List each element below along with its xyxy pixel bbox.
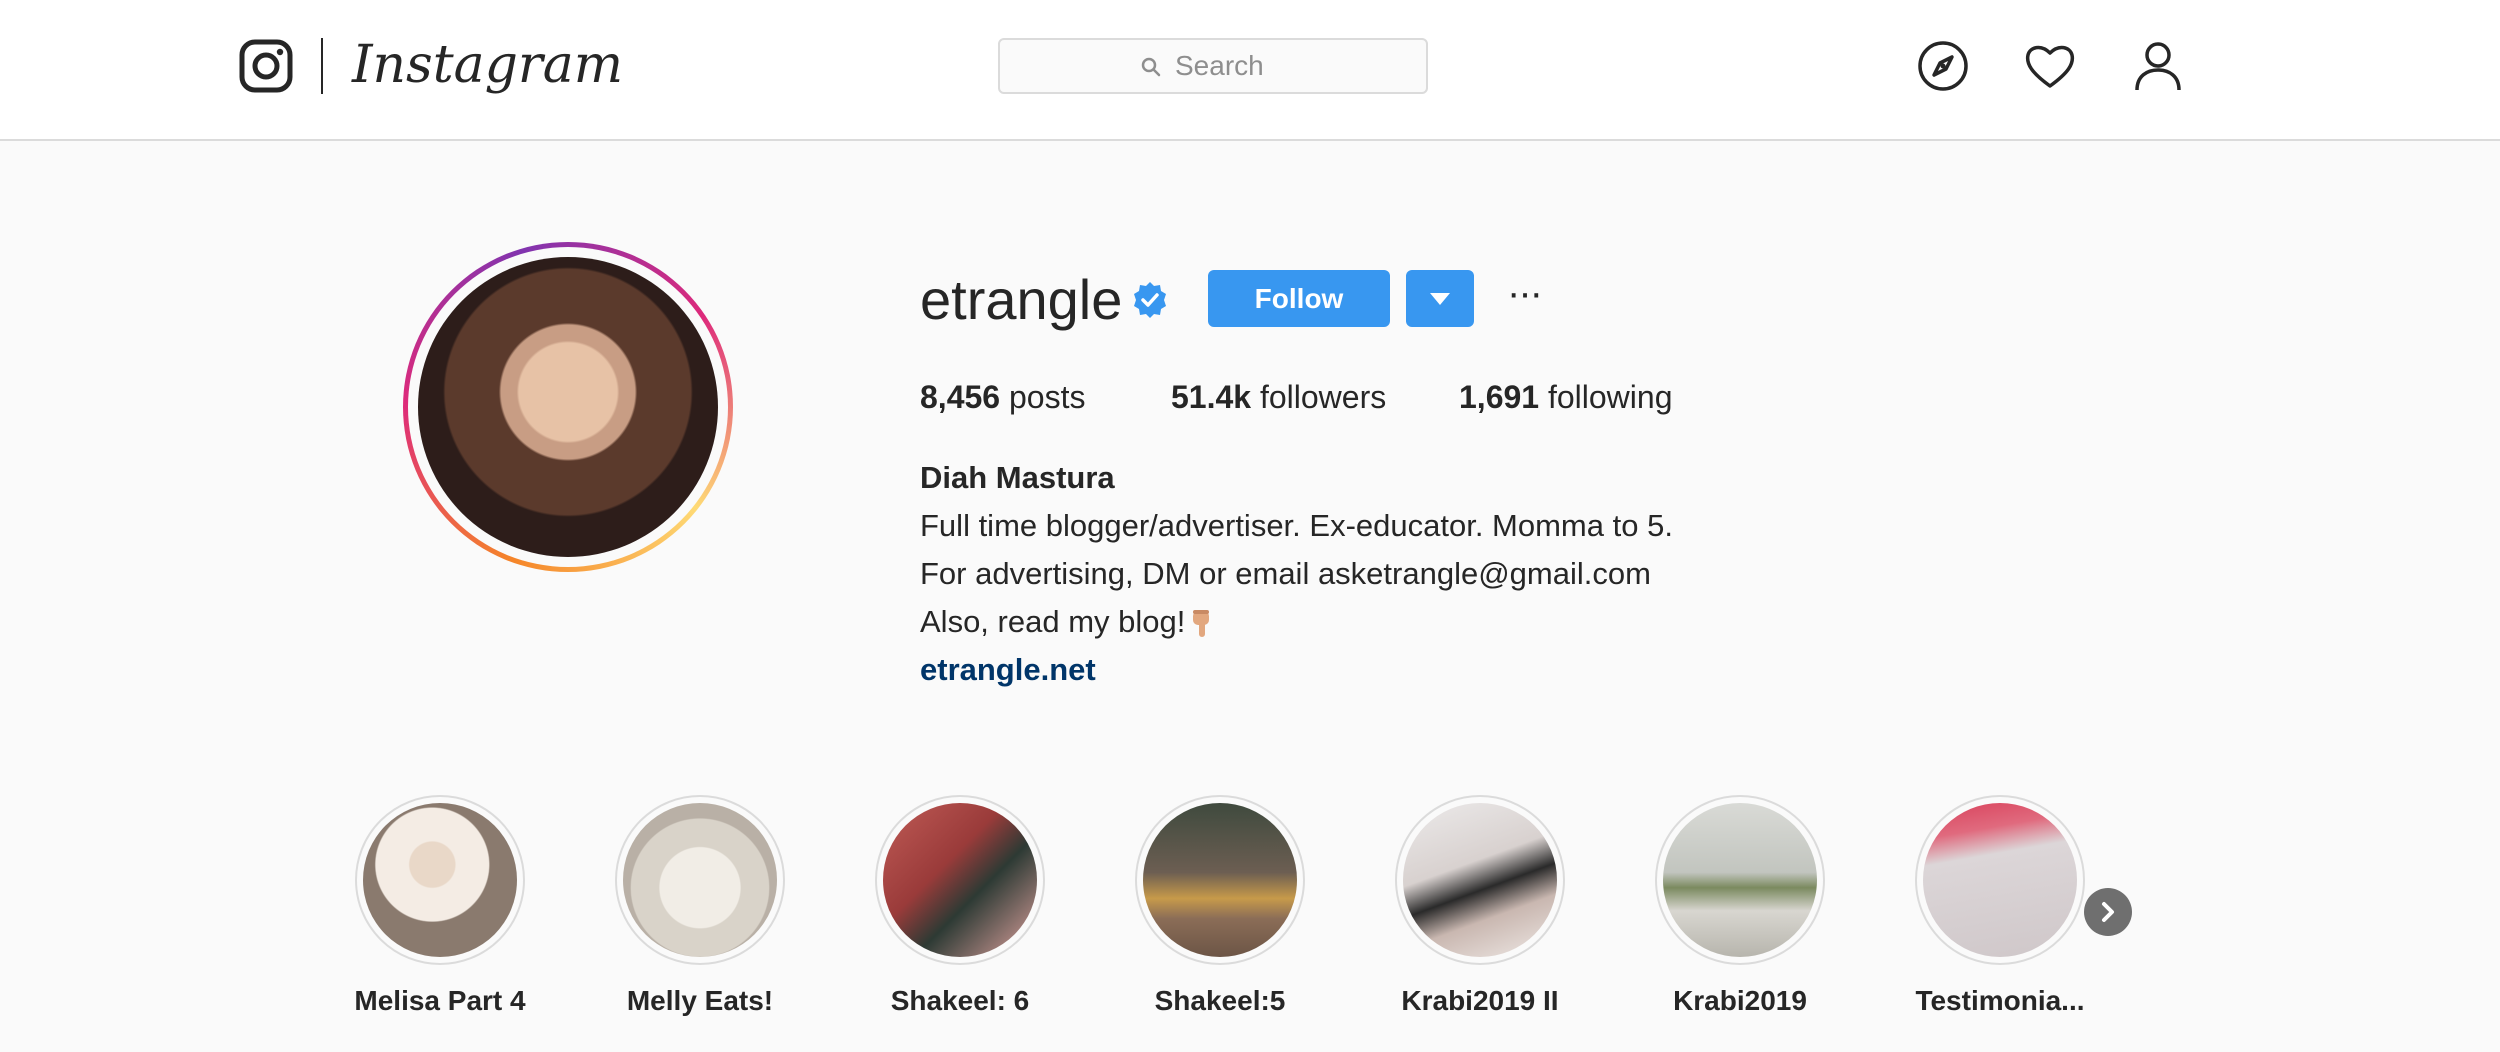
highlights-next-button[interactable] [2084, 888, 2132, 936]
chevron-right-icon [2102, 902, 2114, 922]
search-box[interactable]: Search [998, 38, 1428, 94]
search-placeholder[interactable]: Search [1175, 40, 1264, 92]
bio-line: For advertising, DM or email asketrangle… [920, 556, 1651, 591]
highlight-label: Shakeel: 6 [890, 985, 1030, 1016]
followers-link[interactable]: 51.4k followers [1171, 374, 1386, 420]
story-highlight[interactable]: Shakeel: 6 [860, 795, 1060, 1045]
more-options-icon[interactable]: ··· [1504, 273, 1544, 318]
highlight-cover-image [1923, 803, 2077, 957]
following-link[interactable]: 1,691 following [1459, 374, 1672, 420]
top-nav: Instagram Search [0, 0, 2500, 141]
follow-button[interactable]: Follow [1208, 270, 1390, 327]
website-link[interactable]: etrangle.net [920, 646, 1096, 694]
profile-full-name: Diah Mastura [920, 460, 1115, 495]
logo-divider [321, 38, 323, 94]
highlight-cover-image [1143, 803, 1297, 957]
bio-line: Full time blogger/advertiser. Ex-educato… [920, 508, 1673, 543]
suggested-accounts-dropdown-button[interactable] [1406, 270, 1474, 327]
instagram-wordmark[interactable]: Instagram [352, 30, 623, 100]
story-highlight[interactable]: Shakeel:5 [1120, 795, 1320, 1045]
story-highlight[interactable]: Krabi2019 [1640, 795, 1840, 1045]
story-highlight[interactable]: Melly Eats! [600, 795, 800, 1045]
highlight-label: Krabi2019 II [1401, 985, 1559, 1016]
chevron-down-icon [1430, 293, 1450, 305]
highlight-cover-image [1403, 803, 1557, 957]
highlight-label: Shakeel:5 [1154, 985, 1286, 1016]
profile-avatar [418, 257, 718, 557]
pointing-down-emoji-icon [1193, 609, 1210, 637]
profile-username: etrangle [920, 268, 1123, 331]
highlight-cover-image [883, 803, 1037, 957]
highlight-label: Melly Eats! [626, 985, 774, 1016]
story-highlight[interactable]: Krabi2019 II [1380, 795, 1580, 1045]
bio-line: Also, read my blog! [920, 598, 1217, 646]
story-highlight[interactable]: Melisa Part 4 [340, 795, 540, 1045]
highlight-cover-image [363, 803, 517, 957]
posts-count: 8,456 posts [920, 379, 1086, 415]
profile-person-icon[interactable] [2130, 38, 2186, 94]
verified-badge-icon [1134, 282, 1166, 318]
activity-heart-icon[interactable] [2022, 38, 2078, 94]
highlight-label: Testimonia... [1915, 985, 2085, 1016]
instagram-glyph-icon[interactable] [238, 38, 294, 94]
search-icon [1141, 57, 1161, 77]
explore-compass-icon[interactable] [1915, 38, 1971, 94]
profile-avatar-story-ring[interactable] [403, 242, 733, 572]
highlight-label: Krabi2019 [1673, 985, 1807, 1016]
story-highlight[interactable]: Testimonia... [1900, 795, 2100, 1045]
highlight-cover-image [1663, 803, 1817, 957]
highlight-label: Melisa Part 4 [354, 985, 526, 1016]
highlight-cover-image [623, 803, 777, 957]
